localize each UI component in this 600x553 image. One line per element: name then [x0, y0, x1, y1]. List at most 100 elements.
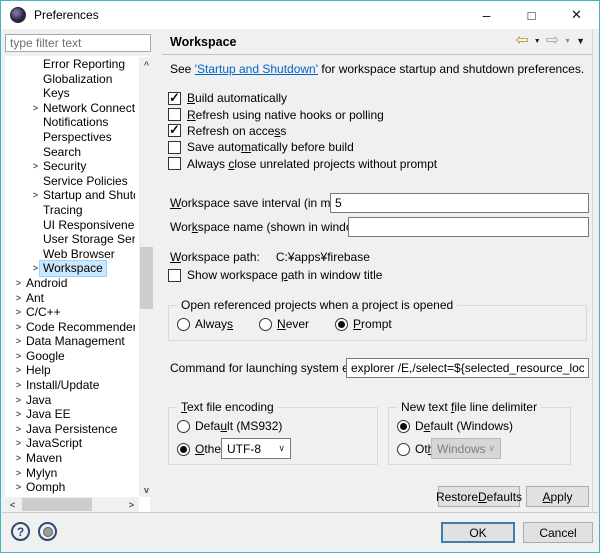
expand-arrow-icon[interactable]: >	[31, 261, 40, 276]
forward-history-dropdown-icon[interactable]: ▼	[564, 38, 571, 45]
tree-item-label[interactable]: Google	[23, 349, 68, 364]
radio-prompt[interactable]: Prompt	[335, 317, 392, 331]
radio-default-delimiter[interactable]: Default (Windows)	[397, 419, 513, 433]
tree-item[interactable]: > Java	[5, 393, 135, 408]
tree-item[interactable]: > Android	[5, 276, 135, 291]
minimize-button[interactable]: –	[464, 1, 509, 29]
radio-other-delimiter-circle[interactable]	[397, 443, 410, 456]
radio-default-delimiter-circle[interactable]	[397, 420, 410, 433]
tree-item-label[interactable]: Service Policies	[40, 174, 131, 189]
radio-other-encoding-circle[interactable]	[177, 443, 190, 456]
preference-recorder-button[interactable]	[38, 522, 57, 541]
tree-item-label[interactable]: Globalization	[40, 72, 115, 87]
expand-arrow-icon[interactable]: >	[14, 276, 23, 291]
filter-input[interactable]	[5, 34, 151, 52]
checkbox-row[interactable]: Build automatically	[168, 90, 437, 106]
close-button[interactable]: ✕	[554, 1, 599, 29]
scroll-down-icon[interactable]: v	[139, 482, 154, 497]
tree-item[interactable]: > Startup and Shutdown	[5, 188, 135, 203]
tree-item[interactable]: > Install/Update	[5, 378, 135, 393]
tree-item-label[interactable]: Android	[23, 276, 70, 291]
tree-item[interactable]: Search	[5, 145, 135, 160]
help-button[interactable]: ?	[11, 522, 30, 541]
ok-button[interactable]: OK	[441, 522, 515, 543]
tree-item[interactable]: > Network Connections	[5, 101, 135, 116]
expand-arrow-icon[interactable]: >	[14, 422, 23, 437]
checkbox-row[interactable]: Refresh using native hooks or polling	[168, 106, 437, 122]
radio-default-encoding[interactable]: Default (MS932)	[177, 419, 282, 433]
checkbox-row[interactable]: Save automatically before build	[168, 139, 437, 155]
checkbox[interactable]	[168, 141, 181, 154]
tree-item-label[interactable]: Tracing	[40, 203, 86, 218]
expand-arrow-icon[interactable]: >	[14, 378, 23, 393]
tree-item[interactable]: Web Browser	[5, 247, 135, 262]
tree-item[interactable]: Tracing	[5, 203, 135, 218]
tree-item[interactable]: > Data Management	[5, 334, 135, 349]
tree-item[interactable]: > Help	[5, 363, 135, 378]
expand-arrow-icon[interactable]: >	[31, 101, 40, 116]
tree-item[interactable]: > Maven	[5, 451, 135, 466]
tree-item[interactable]: > JavaScript	[5, 436, 135, 451]
expand-arrow-icon[interactable]: >	[14, 349, 23, 364]
expand-arrow-icon[interactable]: >	[14, 466, 23, 481]
show-path-checkbox[interactable]	[168, 269, 181, 282]
tree-item-label[interactable]: Ant	[23, 291, 47, 306]
tree-item-label[interactable]: Code Recommenders	[23, 320, 135, 335]
horizontal-scrollbar[interactable]: < >	[5, 497, 139, 512]
forward-arrow-icon[interactable]: ⇨	[546, 33, 559, 49]
radio-never-circle[interactable]	[259, 318, 272, 331]
tree-item-label[interactable]: UI Responsiveness Monitoring	[40, 218, 135, 233]
tree-item-label[interactable]: Mylyn	[23, 466, 60, 481]
expand-arrow-icon[interactable]: >	[14, 480, 23, 495]
save-interval-input[interactable]	[330, 193, 589, 213]
chevron-down-icon[interactable]: ∨	[488, 443, 500, 454]
tree-item-label[interactable]: Web Browser	[40, 247, 118, 262]
radio-default-encoding-circle[interactable]	[177, 420, 190, 433]
tree-item[interactable]: User Storage Service	[5, 232, 135, 247]
expand-arrow-icon[interactable]: >	[14, 334, 23, 349]
tree-item-label[interactable]: Help	[23, 363, 54, 378]
checkbox[interactable]	[168, 157, 181, 170]
radio-always[interactable]: Always	[177, 317, 233, 331]
tree-item-label[interactable]: Data Management	[23, 334, 128, 349]
tree-item-label[interactable]: Startup and Shutdown	[40, 188, 135, 203]
tree-item[interactable]: > Workspace	[5, 261, 135, 276]
chevron-down-icon[interactable]: ∨	[278, 443, 290, 454]
tree-item[interactable]: > C/C++	[5, 305, 135, 320]
checkbox-row[interactable]: Refresh on access	[168, 123, 437, 139]
apply-button[interactable]: Apply	[526, 486, 589, 507]
tree-item[interactable]: > Java Persistence	[5, 422, 135, 437]
tree-item[interactable]: Globalization	[5, 72, 135, 87]
tree-item[interactable]: Perspectives	[5, 130, 135, 145]
tree-item-label[interactable]: Java	[23, 393, 54, 408]
expand-arrow-icon[interactable]: >	[14, 291, 23, 306]
tree-item[interactable]: > Oomph	[5, 480, 135, 495]
checkbox[interactable]	[168, 124, 181, 137]
expand-arrow-icon[interactable]: >	[14, 436, 23, 451]
expand-arrow-icon[interactable]: >	[14, 305, 23, 320]
tree-item[interactable]: > Java EE	[5, 407, 135, 422]
explorer-command-input[interactable]	[346, 358, 589, 378]
expand-arrow-icon[interactable]: >	[14, 407, 23, 422]
vertical-scrollbar[interactable]: ^ v	[139, 57, 154, 497]
scroll-left-icon[interactable]: <	[5, 497, 20, 512]
radio-always-circle[interactable]	[177, 318, 190, 331]
tree-item[interactable]: > Ant	[5, 291, 135, 306]
expand-arrow-icon[interactable]: >	[31, 159, 40, 174]
expand-arrow-icon[interactable]: >	[14, 393, 23, 408]
vertical-scrollbar-thumb[interactable]	[140, 247, 153, 309]
tree-item[interactable]: > Code Recommenders	[5, 320, 135, 335]
scroll-right-icon[interactable]: >	[124, 497, 139, 512]
tree-item-label[interactable]: Oomph	[23, 480, 68, 495]
expand-arrow-icon[interactable]: >	[14, 320, 23, 335]
delimiter-combo[interactable]: Windows∨	[431, 438, 501, 459]
expand-arrow-icon[interactable]: >	[14, 451, 23, 466]
restore-defaults-button[interactable]: Restore Defaults	[438, 486, 520, 507]
tree-item-label[interactable]: Maven	[23, 451, 65, 466]
tree-item-label[interactable]: Notifications	[40, 115, 111, 130]
tree-item[interactable]: > Mylyn	[5, 466, 135, 481]
tree-item-label[interactable]: Network Connections	[40, 101, 135, 116]
radio-never[interactable]: Never	[259, 317, 309, 331]
tree-item-label[interactable]: Java Persistence	[23, 422, 120, 437]
tree-item[interactable]: > Google	[5, 349, 135, 364]
